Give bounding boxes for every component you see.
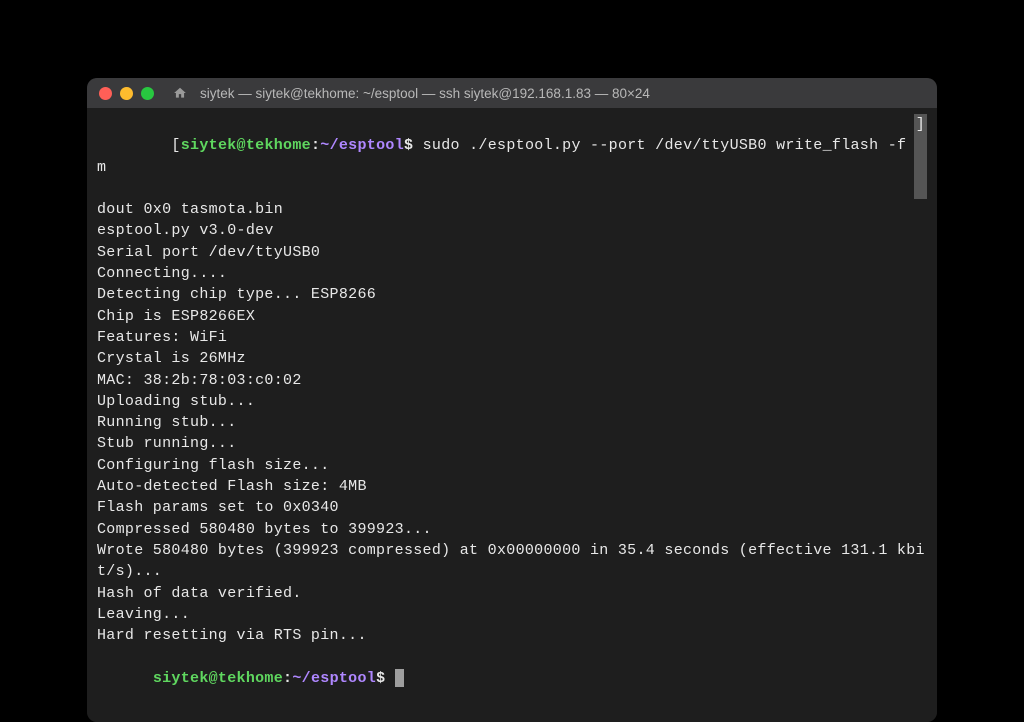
- prompt-user-host: siytek@tekhome: [181, 137, 311, 154]
- minimize-button[interactable]: [120, 87, 133, 100]
- terminal-body[interactable]: [siytek@tekhome:~/esptool$ sudo ./esptoo…: [87, 108, 937, 722]
- home-icon: [172, 85, 188, 101]
- output-line: Hash of data verified.: [97, 583, 927, 604]
- terminal-window: siytek — siytek@tekhome: ~/esptool — ssh…: [87, 78, 937, 722]
- maximize-button[interactable]: [141, 87, 154, 100]
- prompt-line: [siytek@tekhome:~/esptool$ sudo ./esptoo…: [97, 114, 927, 199]
- output-line: MAC: 38:2b:78:03:c0:02: [97, 370, 927, 391]
- output-line: Leaving...: [97, 604, 927, 625]
- prompt-line-2: siytek@tekhome:~/esptool$: [97, 646, 927, 710]
- output-line: Crystal is 26MHz: [97, 348, 927, 369]
- prompt-separator: :: [283, 670, 292, 687]
- output-line: Flash params set to 0x0340: [97, 497, 927, 518]
- output-line: Uploading stub...: [97, 391, 927, 412]
- output-line: Serial port /dev/ttyUSB0: [97, 242, 927, 263]
- output-line: Features: WiFi: [97, 327, 927, 348]
- output-line: esptool.py v3.0-dev: [97, 220, 927, 241]
- output-line: Running stub...: [97, 412, 927, 433]
- output-line: Chip is ESP8266EX: [97, 306, 927, 327]
- output-line: Auto-detected Flash size: 4MB: [97, 476, 927, 497]
- prompt-symbol: $: [376, 670, 385, 687]
- output-line: Compressed 580480 bytes to 399923...: [97, 519, 927, 540]
- command-continuation: dout 0x0 tasmota.bin: [97, 199, 927, 220]
- output-line: Stub running...: [97, 433, 927, 454]
- output-line: Connecting....: [97, 263, 927, 284]
- prompt-path: ~/esptool: [292, 670, 376, 687]
- prompt-separator: :: [311, 137, 320, 154]
- prompt-symbol: $: [404, 137, 413, 154]
- output-line: Configuring flash size...: [97, 455, 927, 476]
- prompt-path: ~/esptool: [320, 137, 404, 154]
- output-line: Wrote 580480 bytes (399923 compressed) a…: [97, 540, 927, 583]
- scroll-indicator: ]: [914, 114, 927, 199]
- traffic-lights: [99, 87, 154, 100]
- titlebar[interactable]: siytek — siytek@tekhome: ~/esptool — ssh…: [87, 78, 937, 108]
- window-title: siytek — siytek@tekhome: ~/esptool — ssh…: [200, 86, 650, 101]
- prompt-user-host: siytek@tekhome: [153, 670, 283, 687]
- close-button[interactable]: [99, 87, 112, 100]
- output-line: Detecting chip type... ESP8266: [97, 284, 927, 305]
- cursor: [395, 669, 404, 687]
- open-bracket: [: [171, 137, 180, 154]
- output-line: Hard resetting via RTS pin...: [97, 625, 927, 646]
